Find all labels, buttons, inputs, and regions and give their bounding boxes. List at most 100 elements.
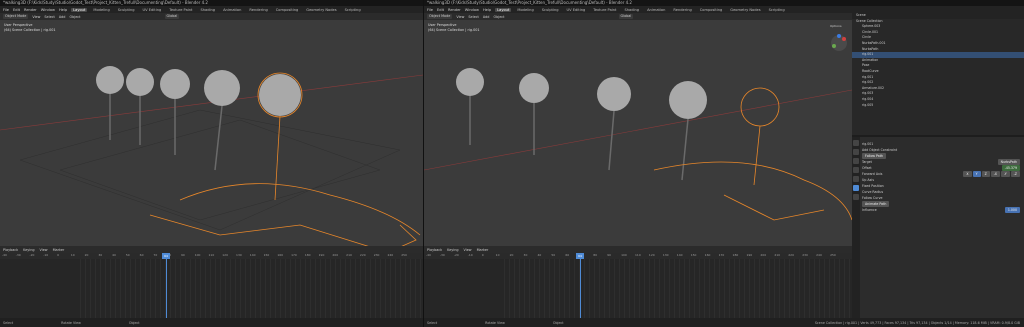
right-blender-window: *walking3D (F:\Kids\Study\Studio\Godot_T… [424,0,1024,327]
workspace-tab-scripting[interactable]: Scripting [767,8,787,12]
orientation-dropdown[interactable]: Global [164,14,180,19]
select-menu[interactable]: Select [44,15,54,19]
menu-render[interactable]: Render [24,8,37,12]
influence-row: Influence 1.000 [862,207,1020,213]
view-menu[interactable]: View [32,15,40,19]
properties-tabs[interactable] [852,137,860,327]
menu-help[interactable]: Help [59,8,67,12]
workspace-tab-rendering[interactable]: Rendering [671,8,693,12]
workspace-tab-texture[interactable]: Texture Paint [591,8,618,12]
ruler-tick: 150 [690,253,697,257]
marker-menu[interactable]: Marker [477,248,489,252]
workspace-tab-uv[interactable]: UV Editing [565,8,588,12]
dope-sheet[interactable] [0,259,423,318]
menu-edit[interactable]: Edit [13,8,20,12]
ruler-tick: 230 [802,253,808,257]
ruler-tick: 70 [153,253,158,257]
view-menu[interactable]: View [456,15,464,19]
workspace-tab-sculpting[interactable]: Sculpting [116,8,137,12]
outliner[interactable]: Scene Scene Collection Sphere.003 Circle.0… [852,13,1024,135]
output-tab-icon[interactable] [853,158,859,164]
timeline-header: Playback Keying View Marker [424,246,855,253]
object-menu[interactable]: Object [69,15,80,19]
scene-tab-icon[interactable] [853,167,859,173]
ruler-tick: -40 [2,253,7,257]
keying-menu[interactable]: Keying [447,248,458,252]
viewport-header: Object Mode View Select Add Object Globa… [424,13,852,20]
axis-y-button[interactable]: Y [972,171,981,177]
3d-viewport[interactable]: User Perspective (64) Scene Collection |… [0,20,423,246]
dope-sheet[interactable] [424,259,852,318]
menu-edit[interactable]: Edit [437,8,444,12]
ruler-tick: 10 [495,253,500,257]
object-tab-icon[interactable] [853,176,859,182]
workspace-tab-scripting[interactable]: Scripting [343,8,363,12]
workspace-tab-shading[interactable]: Shading [622,8,641,12]
properties-content: rig.001 Add Object Constraint Follow Pat… [862,141,1020,213]
current-frame[interactable]: 64 [576,253,584,259]
influence-field[interactable]: 1.000 [1004,207,1020,213]
object-menu[interactable]: Object [493,15,504,19]
axis-negx-button[interactable]: -X [990,171,1000,177]
axis-negy-button[interactable]: -Y [1000,171,1010,177]
top-menubar: File Edit Render Window Help Layout Mode… [0,6,423,13]
workspace-tab-rendering[interactable]: Rendering [247,8,269,12]
mode-dropdown[interactable]: Object Mode [3,14,29,19]
workspace-tab-shading[interactable]: Shading [198,8,217,12]
viewport-options-button[interactable]: Options [830,24,842,28]
viewport-info: User Perspective (64) Scene Collection |… [4,23,56,33]
menu-file[interactable]: File [3,8,9,12]
3d-viewport[interactable]: User Perspective (64) Scene Collection |… [424,20,852,246]
playhead[interactable] [580,253,581,318]
tool-tab-icon[interactable] [853,140,859,146]
workspace-tab-texture[interactable]: Texture Paint [167,8,194,12]
workspace-tab-animation[interactable]: Animation [645,8,667,12]
select-menu[interactable]: Select [468,15,478,19]
workspace-tab-compositing[interactable]: Compositing [274,8,301,12]
marker-menu[interactable]: Marker [53,248,65,252]
navigation-gizmo[interactable] [830,34,848,52]
add-menu[interactable]: Add [59,15,66,19]
workspace-tab-animation[interactable]: Animation [221,8,243,12]
menu-file[interactable]: File [427,8,433,12]
axis-z-button[interactable]: Z [981,171,990,177]
timeline-view-menu[interactable]: View [40,248,48,252]
add-menu[interactable]: Add [483,15,490,19]
axis-x-button[interactable]: X [963,171,972,177]
playhead[interactable] [166,253,167,318]
workspace-tab-geonodes[interactable]: Geometry Nodes [728,8,762,12]
workspace-tab-uv[interactable]: UV Editing [141,8,164,12]
timeline-view-menu[interactable]: View [464,248,472,252]
workspace-tab-modeling[interactable]: Modeling [91,8,111,12]
constraint-tab-icon[interactable] [853,185,859,191]
ruler-tick: 160 [277,253,284,257]
workspace-tab-compositing[interactable]: Compositing [698,8,725,12]
current-frame[interactable]: 64 [162,253,170,259]
workspace-tab-layout[interactable]: Layout [71,7,88,12]
keyframe-grid[interactable] [504,259,852,318]
mode-dropdown[interactable]: Object Mode [427,14,453,19]
menu-window[interactable]: Window [41,8,55,12]
workspace-tab-sculpting[interactable]: Sculpting [540,8,561,12]
render-tab-icon[interactable] [853,149,859,155]
ruler-tick: 30 [98,253,103,257]
data-tab-icon[interactable] [853,194,859,200]
playback-menu[interactable]: Playback [427,248,442,252]
workspace-tab-geonodes[interactable]: Geometry Nodes [304,8,338,12]
influence-label: Influence [862,208,877,212]
keyframe-grid[interactable] [80,259,423,318]
workspace-tab-layout[interactable]: Layout [495,7,512,12]
playback-menu[interactable]: Playback [3,248,18,252]
axis-negz-button[interactable]: -Z [1010,171,1020,177]
outliner-item[interactable]: rig.005 [852,103,1024,109]
orientation-dropdown[interactable]: Global [618,14,634,19]
workspace-tab-modeling[interactable]: Modeling [515,8,535,12]
properties-editor[interactable]: rig.001 Add Object Constraint Follow Pat… [852,137,1024,327]
ruler-tick: 100 [194,253,201,257]
menu-help[interactable]: Help [483,8,491,12]
menu-render[interactable]: Render [448,8,461,12]
menu-window[interactable]: Window [465,8,479,12]
keying-menu[interactable]: Keying [23,248,34,252]
status-select: Select [3,320,14,325]
ruler-tick: 50 [125,253,130,257]
